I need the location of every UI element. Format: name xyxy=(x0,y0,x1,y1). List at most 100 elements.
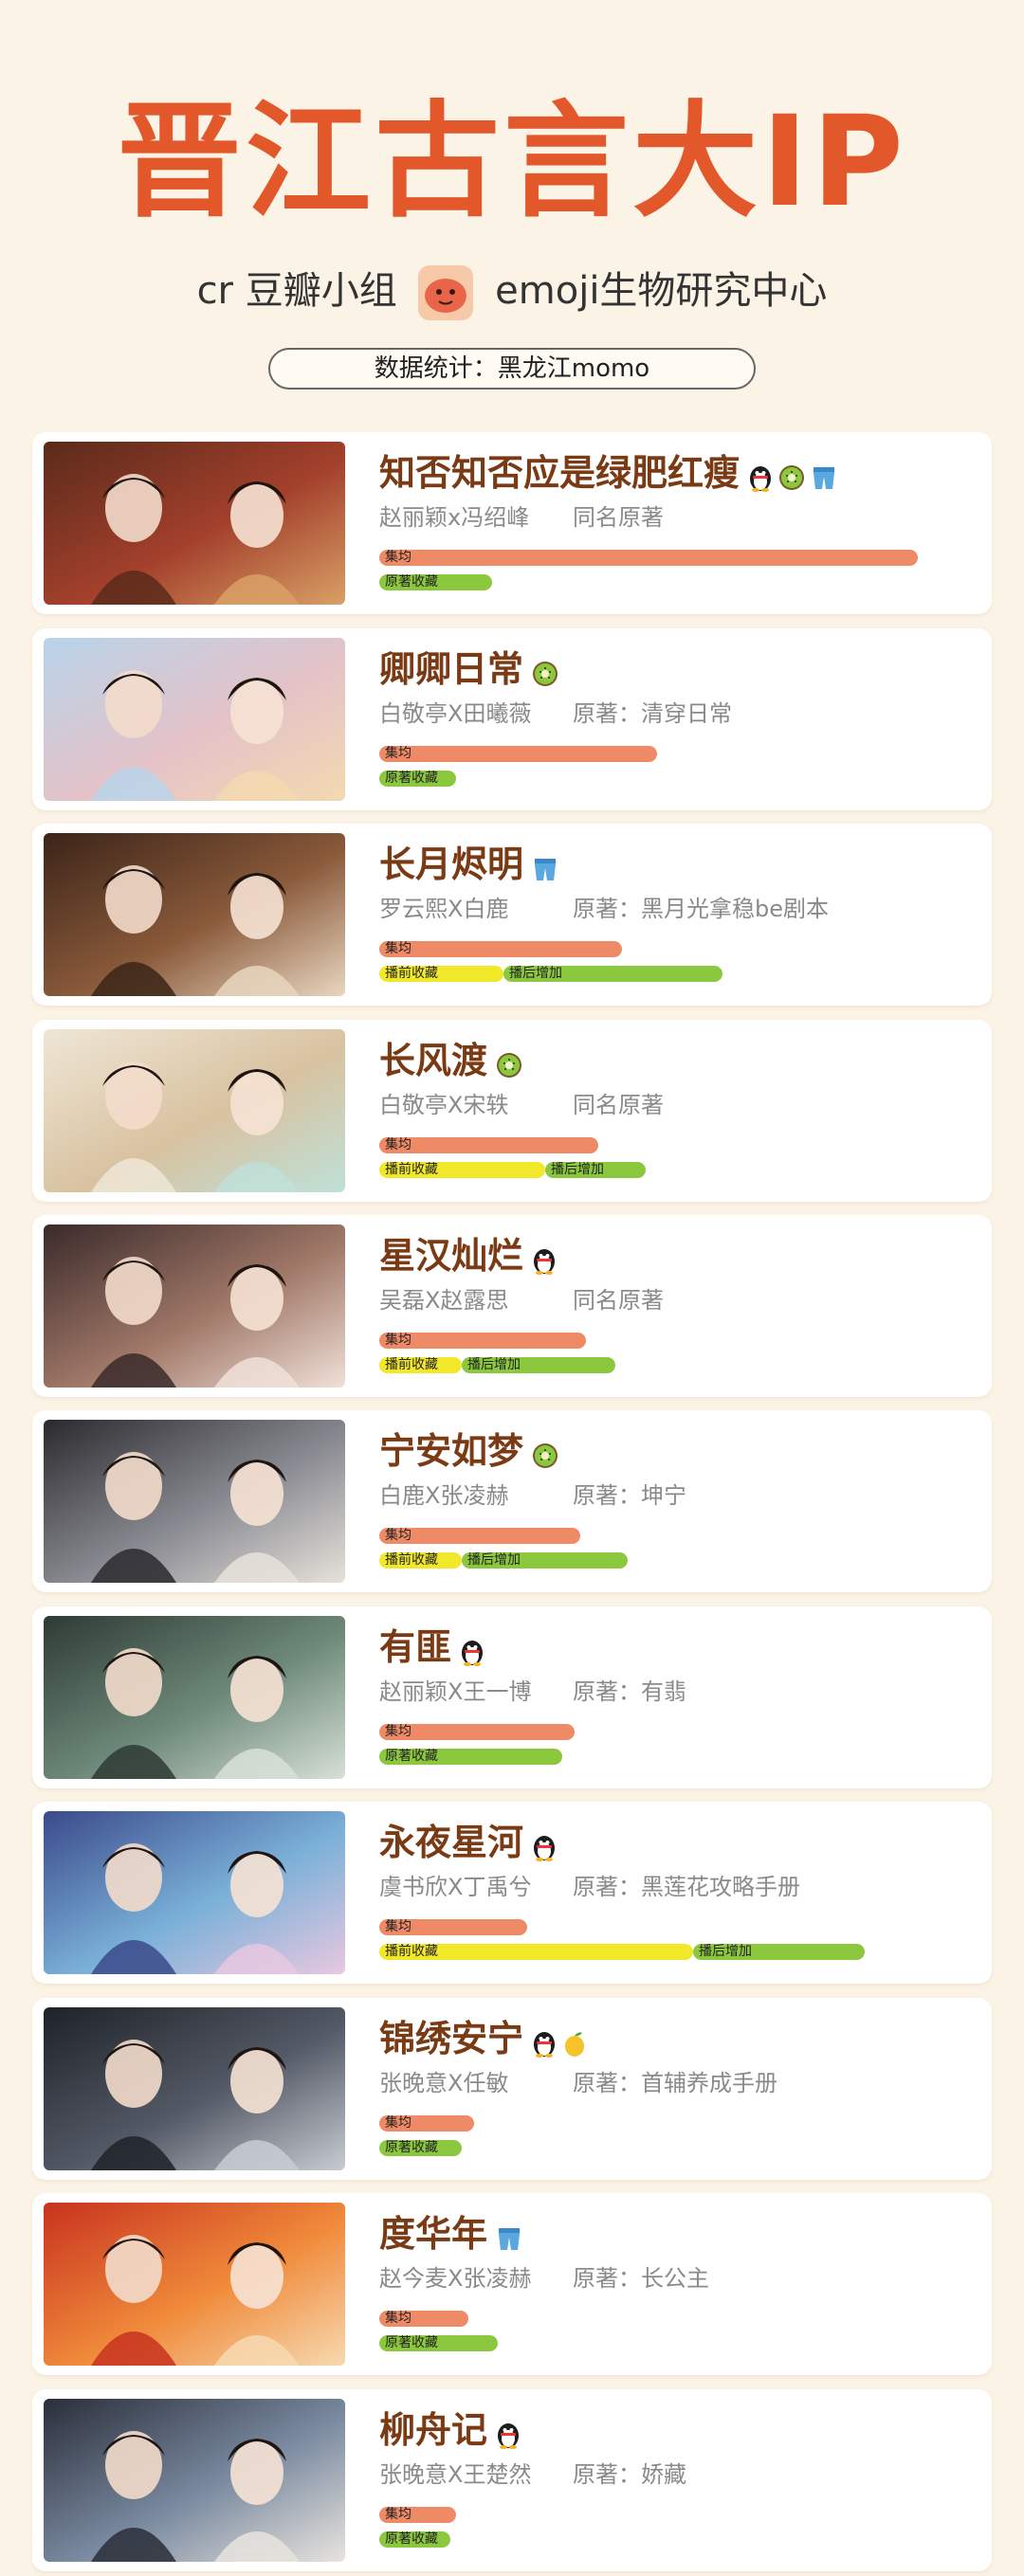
platform-icons xyxy=(495,2213,527,2260)
bohou-bar: 播后增加 xyxy=(693,1944,865,1960)
platform-icons xyxy=(495,2409,525,2457)
boqian-bar: 播前收藏 xyxy=(379,1944,693,1960)
cast-text: 罗云熙X白鹿 xyxy=(379,896,509,922)
drama-title: 宁安如梦 xyxy=(379,1427,563,1478)
drama-card[interactable]: 锦绣安宁张晚意X任敏 原著：首辅养成手册集均原著收藏 xyxy=(32,1998,992,2180)
drama-title-text: 知否知否应是绿肥红瘦 xyxy=(379,452,741,494)
credit-line: cr 豆瓣小组 emoji生物研究中心 xyxy=(0,258,1024,324)
drama-title-text: 宁安如梦 xyxy=(379,1430,524,1472)
drama-title-text: 长风渡 xyxy=(379,1040,488,1081)
drama-title-text: 锦绣安宁 xyxy=(379,2018,524,2059)
source-text: 原著：首辅养成手册 xyxy=(573,2070,777,2096)
source-text: 原著：娇藏 xyxy=(573,2461,686,2488)
source-text: 原著：坤宁 xyxy=(573,1482,686,1509)
shorts-icon xyxy=(495,2216,527,2258)
source-text: 原著：有翡 xyxy=(573,1678,686,1705)
kiwi-icon xyxy=(531,651,563,693)
drama-poster-image xyxy=(44,2007,345,2170)
drama-poster-image xyxy=(44,1811,345,1974)
credit-suffix: emoji生物研究中心 xyxy=(495,269,828,313)
page-title: 晋江古言大IP xyxy=(117,89,907,235)
yuanzhu-bar: 原著收藏 xyxy=(379,2140,462,2156)
penguin-icon xyxy=(459,1629,489,1671)
source-text: 原著：清穿日常 xyxy=(573,700,732,727)
drama-card[interactable]: 永夜星河 虞书欣X丁禹兮 原著：黑莲花攻略手册 集均 播前收藏 播后增加 xyxy=(32,1802,992,1984)
drama-card[interactable]: 星汉灿烂 吴磊X赵露思 同名原著 集均 播前收藏 播后增加 xyxy=(32,1215,992,1397)
cast-text: 白鹿X张凌赫 xyxy=(379,1482,509,1509)
yuanzhu-bar: 原著收藏 xyxy=(379,2335,498,2351)
source-text: 同名原著 xyxy=(573,1092,664,1118)
drama-title: 长风渡 xyxy=(379,1037,527,1087)
platform-icons xyxy=(531,2018,592,2065)
platform-icons xyxy=(459,1626,489,1674)
platform-icons xyxy=(531,1235,561,1282)
drama-title-text: 永夜星河 xyxy=(379,1822,524,1863)
jifen-bar: 集均 xyxy=(379,2311,468,2327)
yuanzhu-bar: 原著收藏 xyxy=(379,1749,562,1765)
drama-card[interactable]: 知否知否应是绿肥红瘦赵丽颖x冯绍峰 同名原著集均原著收藏 xyxy=(32,432,992,614)
boqian-bar: 播前收藏 xyxy=(379,966,503,982)
penguin-icon xyxy=(531,2021,561,2062)
jifen-bar: 集均 xyxy=(379,1333,586,1349)
drama-card[interactable]: 卿卿日常 白敬亭X田曦薇 原著：清穿日常 集均 原著收藏 xyxy=(32,628,992,810)
shorts-icon xyxy=(810,455,842,497)
cast-text: 赵丽颖x冯绍峰 xyxy=(379,504,530,531)
bohou-bar: 播后增加 xyxy=(503,966,722,982)
kiwi-icon xyxy=(531,1433,563,1475)
blob-creature-icon xyxy=(416,263,475,322)
cast-text: 白敬亭X宋轶 xyxy=(379,1092,509,1118)
source-text: 原著：黑莲花攻略手册 xyxy=(573,1874,800,1900)
penguin-icon xyxy=(495,2412,525,2454)
drama-poster-image xyxy=(44,1029,345,1192)
drama-title: 长月烬明 xyxy=(379,841,563,891)
drama-poster-image xyxy=(44,2399,345,2562)
drama-title-text: 度华年 xyxy=(379,2213,488,2255)
drama-card[interactable]: 度华年 赵今麦X张凌赫 原著：长公主 集均 原著收藏 xyxy=(32,2193,992,2375)
drama-poster-image xyxy=(44,638,345,801)
cast-text: 赵今麦X张凌赫 xyxy=(379,2265,532,2292)
drama-title: 有匪 xyxy=(379,1624,489,1674)
platform-icons xyxy=(531,1822,561,1869)
boqian-bar: 播前收藏 xyxy=(379,1552,462,1569)
penguin-icon xyxy=(747,455,777,497)
drama-poster-image xyxy=(44,1616,345,1779)
boqian-bar: 播前收藏 xyxy=(379,1357,462,1373)
drama-card[interactable]: 有匪 赵丽颖X王一博 原著：有翡 集均 原著收藏 xyxy=(32,1606,992,1788)
cast-text: 赵丽颖X王一博 xyxy=(379,1678,532,1705)
shorts-icon xyxy=(531,846,563,888)
drama-title-text: 柳舟记 xyxy=(379,2409,488,2451)
jifen-bar: 集均 xyxy=(379,2507,456,2523)
credit-prefix: cr 豆瓣小组 xyxy=(196,269,397,313)
stats-pill: 数据统计：黑龙江momo xyxy=(268,348,756,390)
yuanzhu-bar: 原著收藏 xyxy=(379,2531,450,2548)
drama-title: 卿卿日常 xyxy=(379,645,563,696)
jifen-bar: 集均 xyxy=(379,550,918,566)
drama-poster-image xyxy=(44,833,345,996)
drama-title: 度华年 xyxy=(379,2210,527,2260)
drama-title: 永夜星河 xyxy=(379,1819,561,1869)
drama-poster-image xyxy=(44,1420,345,1583)
yuanzhu-bar: 原著收藏 xyxy=(379,771,456,787)
drama-card[interactable]: 长风渡 白敬亭X宋轶 同名原著 集均 播前收藏 播后增加 xyxy=(32,1020,992,1202)
jifen-bar: 集均 xyxy=(379,2115,474,2132)
source-text: 同名原著 xyxy=(573,1287,664,1314)
jifen-bar: 集均 xyxy=(379,1528,580,1544)
yuanzhu-bar: 原著收藏 xyxy=(379,574,492,590)
kiwi-icon xyxy=(495,1043,527,1084)
drama-card[interactable]: 柳舟记 张晚意X王楚然 原著：娇藏 集均 原著收藏 xyxy=(32,2389,992,2571)
jifen-bar: 集均 xyxy=(379,941,622,957)
source-text: 原著：黑月光拿稳be剧本 xyxy=(573,896,829,922)
drama-poster-image xyxy=(44,442,345,605)
penguin-icon xyxy=(531,1824,561,1866)
drama-title: 星汉灿烂 xyxy=(379,1232,561,1282)
drama-card[interactable]: 宁安如梦 白鹿X张凌赫 原著：坤宁 集均 播前收藏 播后增加 xyxy=(32,1410,992,1592)
platform-icons xyxy=(531,844,563,891)
cast-text: 张晚意X任敏 xyxy=(379,2070,509,2096)
kiwi-icon xyxy=(777,455,810,497)
drama-title: 知否知否应是绿肥红瘦 xyxy=(379,449,842,499)
jifen-bar: 集均 xyxy=(379,1137,598,1153)
drama-card[interactable]: 长月烬明罗云熙X白鹿 原著：黑月光拿稳be剧本集均播前收藏 播后增加 xyxy=(32,824,992,1006)
drama-title-text: 星汉灿烂 xyxy=(379,1235,524,1277)
cast-text: 白敬亭X田曦薇 xyxy=(379,700,532,727)
source-text: 同名原著 xyxy=(573,504,664,531)
